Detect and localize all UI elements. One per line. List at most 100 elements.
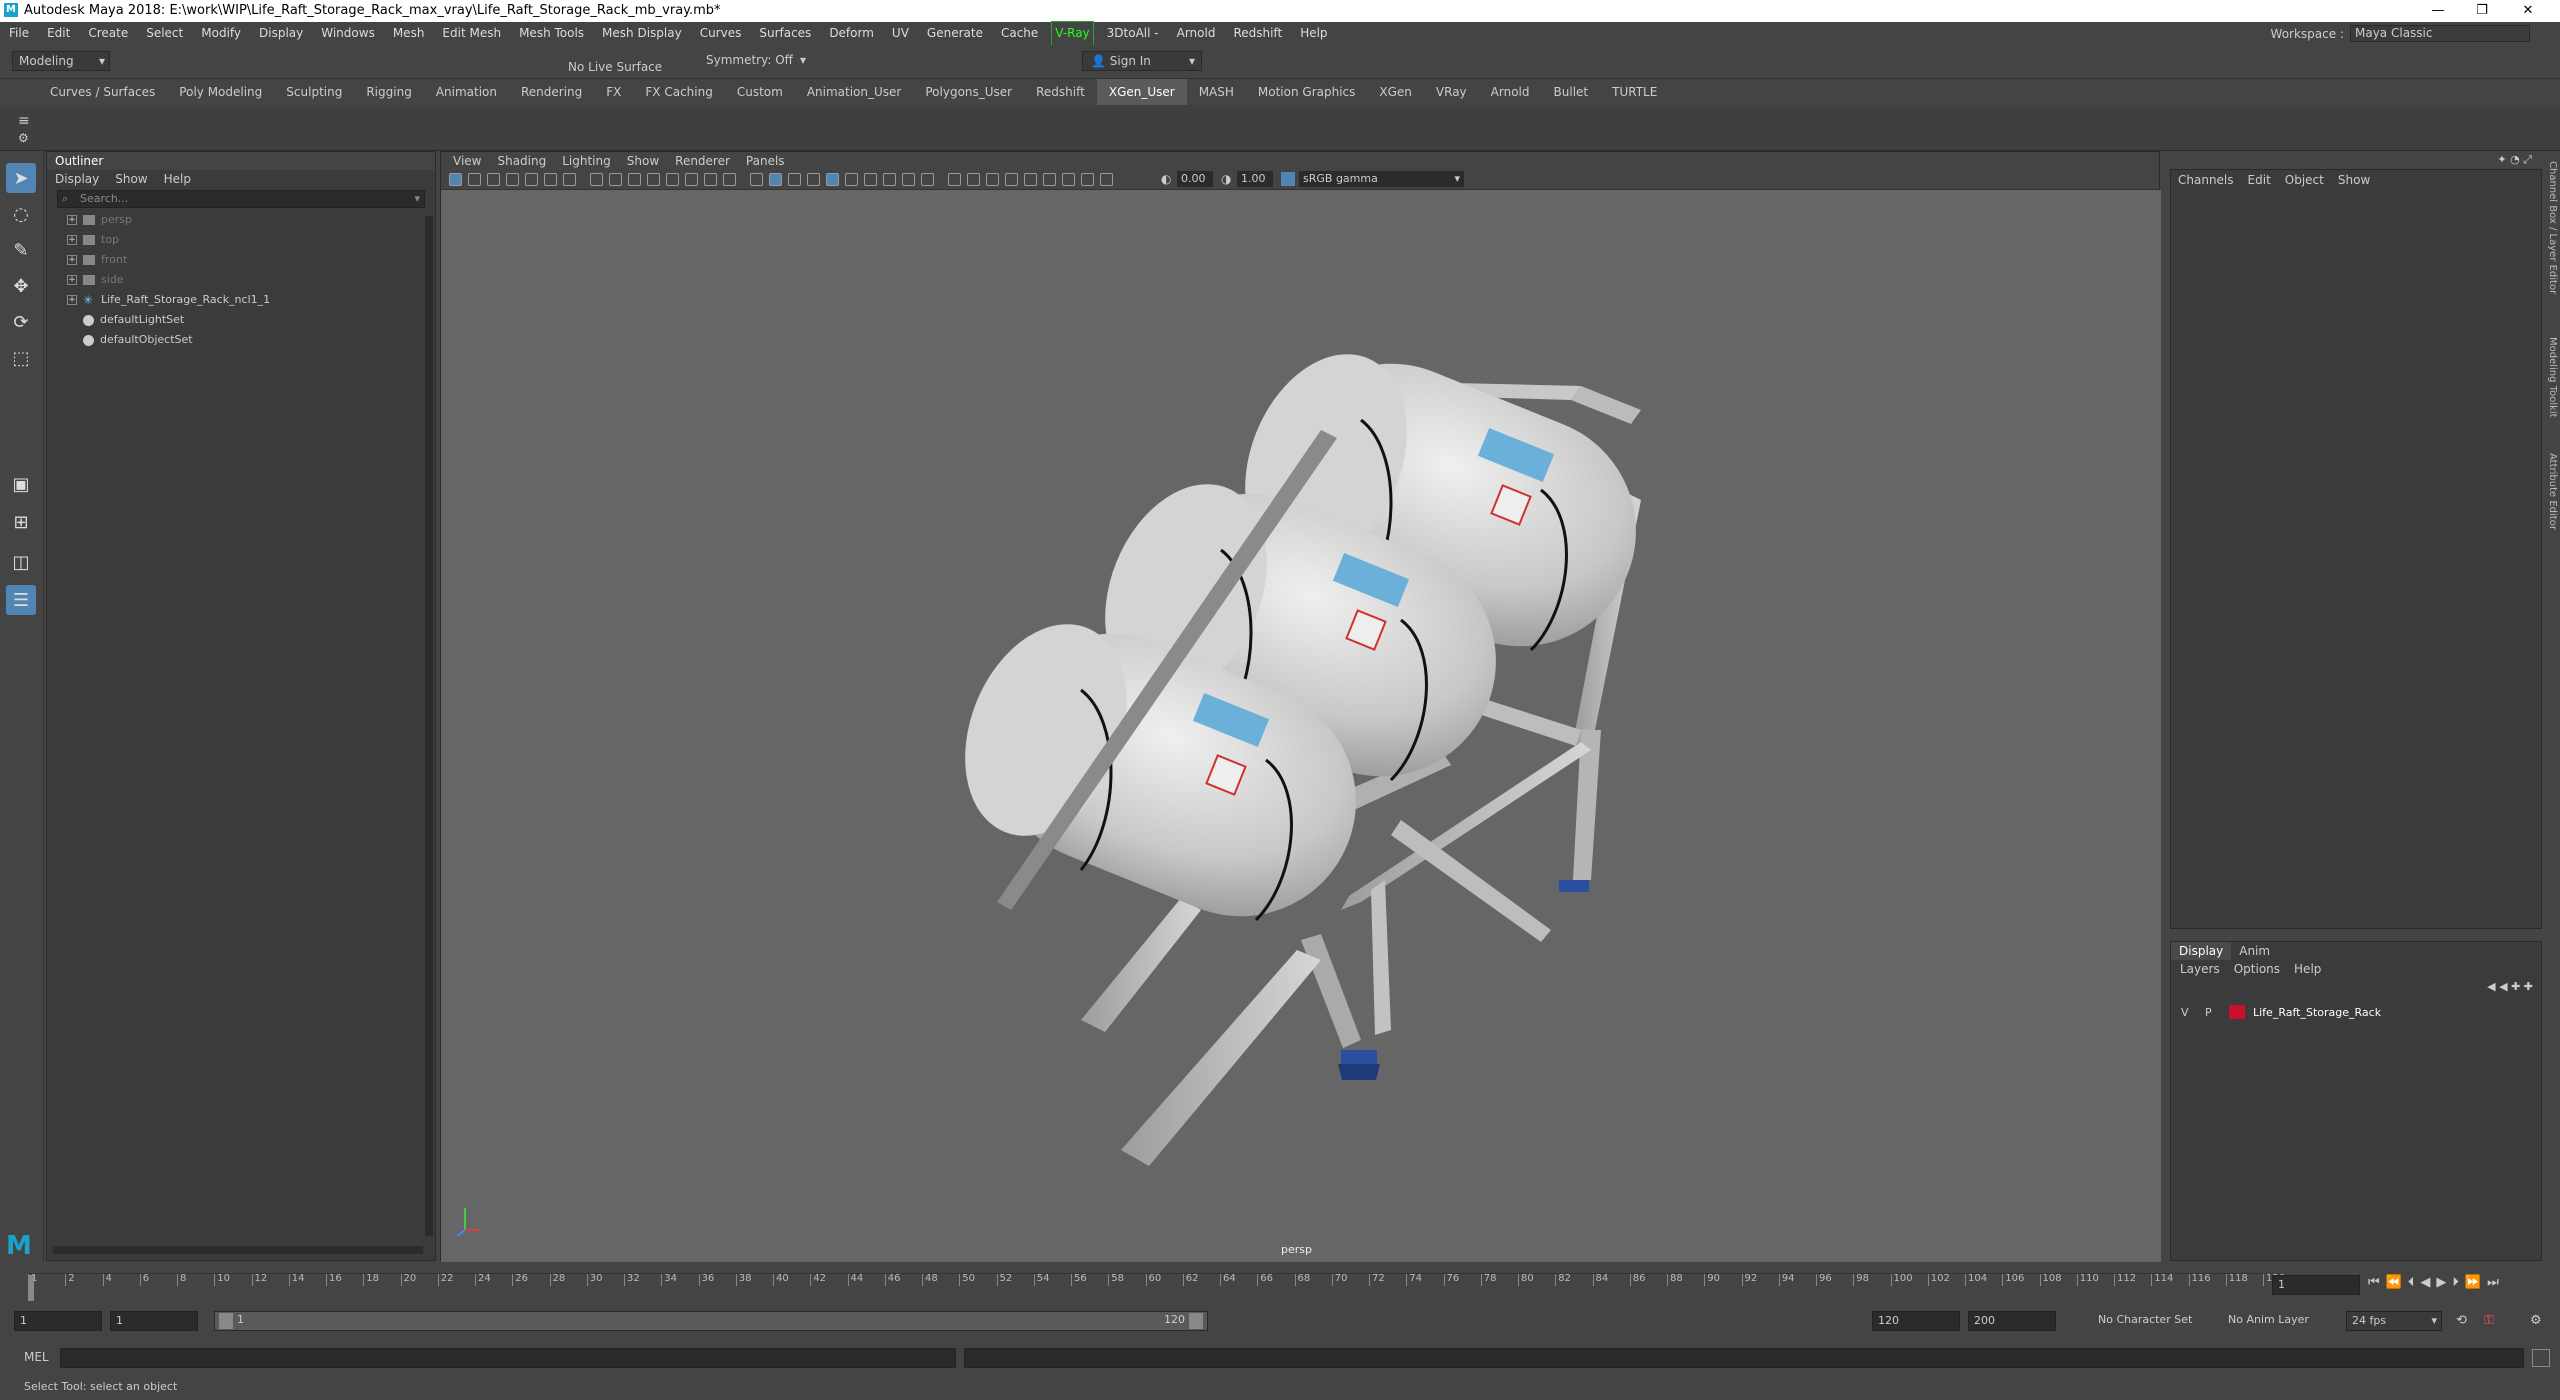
anim-layer-dropdown[interactable]: No Anim Layer (2228, 1313, 2309, 1326)
outliner-menu-help[interactable]: Help (156, 170, 199, 188)
step-back-icon[interactable]: ⏴ (2408, 1275, 2421, 1290)
viewport-canvas[interactable]: persp (441, 190, 2161, 1262)
layer-menu-layers[interactable]: Layers (2173, 960, 2227, 978)
range-bar[interactable]: 1 120 (214, 1311, 1208, 1331)
viewport-menu-shading[interactable]: Shading (489, 152, 554, 170)
outliner-item[interactable]: + persp (47, 210, 435, 230)
viewport-tool-icon[interactable] (1062, 173, 1075, 186)
anim-end-field[interactable]: 200 (1968, 1311, 2056, 1331)
menu-vray[interactable]: V-Ray (1051, 21, 1094, 46)
viewport-tool-icon[interactable] (468, 173, 481, 186)
go-to-start-icon[interactable]: ⏮ (2368, 1275, 2386, 1290)
outliner-item[interactable]: + ✳ Life_Raft_Storage_Rack_ncl1_1 (47, 290, 435, 310)
paint-select-tool-icon[interactable]: ✎ (6, 235, 36, 265)
gamma-field[interactable]: 1.00 (1237, 171, 1273, 187)
scale-tool-icon[interactable]: ⬚ (6, 343, 36, 373)
outliner-item[interactable]: + front (47, 250, 435, 270)
command-input[interactable] (60, 1348, 956, 1368)
menu-windows[interactable]: Windows (312, 22, 384, 45)
shelf-tab-vray[interactable]: VRay (1424, 79, 1479, 105)
outliner-menu-display[interactable]: Display (47, 170, 107, 188)
side-tab-modeling-toolkit[interactable]: Modeling Toolkit (2547, 337, 2558, 418)
outliner-item[interactable]: + top (47, 230, 435, 250)
viewport-menu-show[interactable]: Show (619, 152, 667, 170)
menu-generate[interactable]: Generate (918, 22, 992, 45)
shelf-tab-rendering[interactable]: Rendering (509, 79, 594, 105)
go-to-end-icon[interactable]: ⏭ (2487, 1275, 2505, 1290)
menu-select[interactable]: Select (137, 22, 192, 45)
new-layer-icon[interactable]: ✚ (2511, 980, 2520, 993)
side-tab-attribute-editor[interactable]: Attribute Editor (2547, 453, 2558, 530)
lasso-tool-icon[interactable]: ◌ (6, 199, 36, 229)
shelf-tab-redshift[interactable]: Redshift (1024, 79, 1097, 105)
menu-3dtoall[interactable]: 3DtoAll - (1098, 22, 1168, 45)
viewport-tool-icon[interactable] (666, 173, 679, 186)
menu-surfaces[interactable]: Surfaces (750, 22, 820, 45)
channel-menu-channels[interactable]: Channels (2171, 170, 2241, 190)
menu-file[interactable]: File (0, 22, 38, 45)
channel-menu-edit[interactable]: Edit (2241, 170, 2278, 190)
layer-tab-anim[interactable]: Anim (2231, 942, 2278, 960)
viewport-tool-icon[interactable] (845, 173, 858, 186)
channel-menu-show[interactable]: Show (2331, 170, 2377, 190)
shelf-tab-motion-graphics[interactable]: Motion Graphics (1246, 79, 1368, 105)
viewport-tool-icon[interactable] (449, 173, 462, 186)
single-perspective-icon[interactable]: ▣ (6, 469, 36, 499)
expand-icon[interactable]: + (67, 235, 77, 245)
step-forward-icon[interactable]: ⏵ (2452, 1275, 2465, 1290)
viewport-tool-icon[interactable] (647, 173, 660, 186)
move-tool-icon[interactable]: ✥ (6, 271, 36, 301)
viewport-tool-icon[interactable] (986, 173, 999, 186)
viewport-tool-icon[interactable] (902, 173, 915, 186)
current-time-indicator[interactable] (28, 1275, 34, 1301)
shelf-tab-turtle[interactable]: TURTLE (1600, 79, 1669, 105)
range-end-handle[interactable] (1189, 1313, 1203, 1329)
playback-end-field[interactable]: 120 (1872, 1311, 1960, 1331)
shelf-tab-bullet[interactable]: Bullet (1542, 79, 1601, 105)
outliner-layout-icon[interactable]: ☰ (6, 585, 36, 615)
menu-edit[interactable]: Edit (38, 22, 79, 45)
layer-tab-display[interactable]: Display (2171, 942, 2232, 960)
chevron-down-icon[interactable]: ▾ (414, 191, 420, 207)
minimize-icon[interactable]: — (2416, 0, 2460, 22)
viewport-tool-icon[interactable] (487, 173, 500, 186)
viewport-tool-icon[interactable] (590, 173, 603, 186)
menu-modify[interactable]: Modify (192, 22, 250, 45)
viewport-tool-icon[interactable] (967, 173, 980, 186)
shelf-tab-mash[interactable]: MASH (1187, 79, 1246, 105)
character-set-dropdown[interactable]: No Character Set (2098, 1313, 2192, 1326)
shelf-tab-curves-surfaces[interactable]: Curves / Surfaces (38, 79, 167, 105)
side-tab-channel-box-layer-editor[interactable]: Channel Box / Layer Editor (2547, 161, 2558, 294)
viewport-tool-icon[interactable] (788, 173, 801, 186)
sign-in-button[interactable]: 👤 Sign In ▾ (1082, 51, 1202, 71)
time-ruler[interactable]: 1 2 4 6 8 10 12 14 16 18 20 22 24 26 28 30 32 34 36 38 40 42 4… (28, 1273, 2285, 1293)
menu-arnold[interactable]: Arnold (1168, 22, 1225, 45)
viewport-tool-icon[interactable] (1043, 173, 1056, 186)
outliner-search[interactable]: ⌕ Search... ▾ (57, 190, 425, 208)
shelf-tab-fx[interactable]: FX (594, 79, 633, 105)
viewport-tool-icon[interactable] (704, 173, 717, 186)
playback-start-field[interactable]: 1 (110, 1311, 198, 1331)
layer-menu-options[interactable]: Options (2227, 960, 2287, 978)
outliner-h-scrollbar[interactable] (53, 1246, 423, 1254)
four-view-icon[interactable]: ⊞ (6, 507, 36, 537)
shelf-tab-polygons-user[interactable]: Polygons_User (913, 79, 1024, 105)
move-layer-down-icon[interactable]: ◀ (2499, 980, 2507, 993)
new-layer-selected-icon[interactable]: ✚ (2524, 980, 2533, 993)
shelf-tab-custom[interactable]: Custom (725, 79, 795, 105)
color-space-dropdown[interactable]: sRGB gamma ▾ (1299, 171, 1464, 187)
viewport-menu-lighting[interactable]: Lighting (554, 152, 619, 170)
viewport-tool-icon[interactable] (921, 173, 934, 186)
shelf-settings-icon[interactable]: ≡ (18, 113, 30, 129)
loop-icon[interactable]: ⟲ (2456, 1313, 2467, 1328)
anim-prefs-icon[interactable]: ⚙ (2530, 1313, 2542, 1328)
step-back-key-icon[interactable]: ⏪ (2386, 1275, 2408, 1290)
rotate-tool-icon[interactable]: ⟳ (6, 307, 36, 337)
move-layer-up-icon[interactable]: ◀ (2487, 980, 2495, 993)
step-forward-key-icon[interactable]: ⏩ (2465, 1275, 2487, 1290)
shelf-tab-rigging[interactable]: Rigging (354, 79, 423, 105)
workspace-dropdown[interactable]: Maya Classic (2350, 25, 2530, 42)
viewport-tool-icon[interactable] (769, 173, 782, 186)
viewport-tool-icon[interactable] (750, 173, 763, 186)
outliner-item[interactable]: defaultObjectSet (47, 330, 435, 350)
